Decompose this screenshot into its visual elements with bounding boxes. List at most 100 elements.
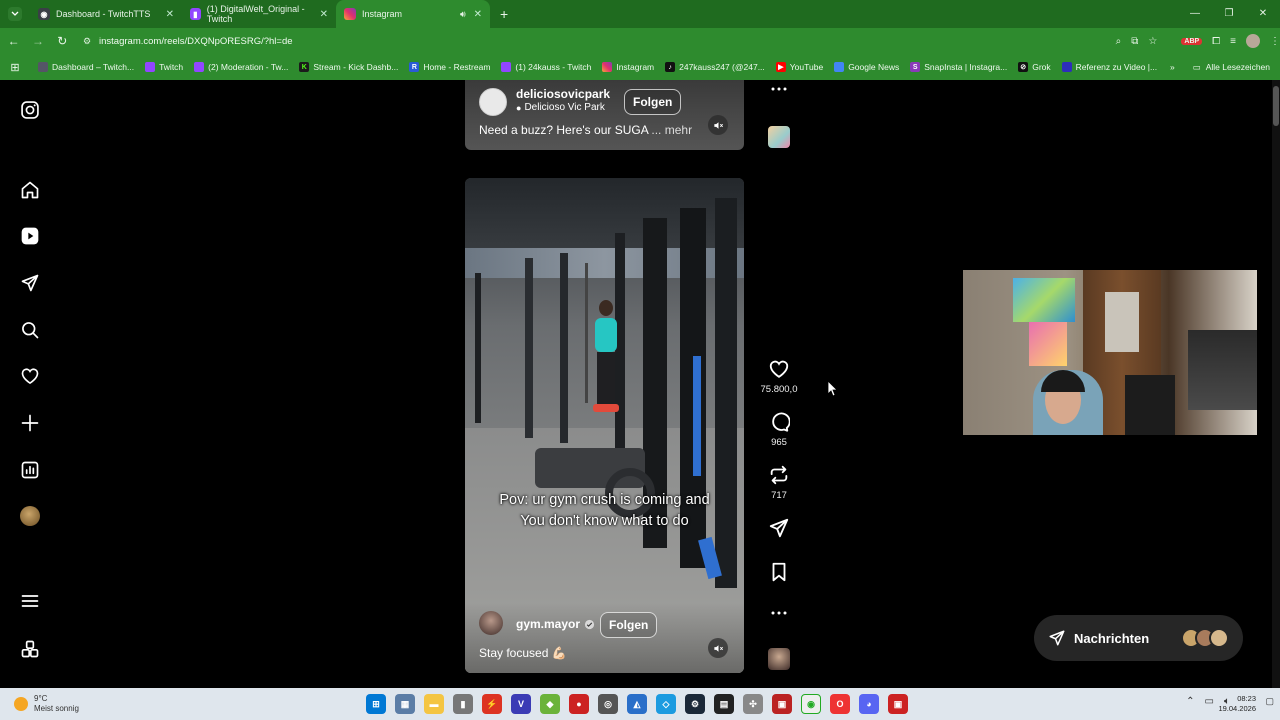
- bookmark-item[interactable]: ♪ 247kauss247 (@247...: [665, 62, 765, 72]
- home-icon[interactable]: [18, 178, 42, 202]
- tab-search-dropdown[interactable]: [8, 7, 22, 21]
- scrollbar-thumb[interactable]: [1273, 86, 1279, 126]
- media-control-icon[interactable]: ≡: [1230, 36, 1236, 47]
- bookmark-item[interactable]: Instagram: [602, 62, 654, 72]
- bookmark-item[interactable]: Google News: [834, 62, 899, 72]
- chrome-icon[interactable]: ◉: [801, 694, 821, 714]
- follow-button[interactable]: Folgen: [624, 89, 682, 115]
- bookmark-item[interactable]: S SnapInsta | Instagra...: [910, 62, 1007, 72]
- app-icon[interactable]: ▣: [772, 694, 792, 714]
- share-button[interactable]: [765, 517, 793, 539]
- profile-avatar[interactable]: [1246, 34, 1261, 48]
- bookmark-item[interactable]: (2) Moderation - Tw...: [194, 62, 288, 72]
- audio-thumbnail[interactable]: [768, 648, 790, 670]
- avatar[interactable]: [479, 611, 503, 635]
- reel-card-current[interactable]: Pov: ur gym crush is coming and You don'…: [465, 178, 744, 673]
- reel-username[interactable]: gym.mayor: [516, 617, 595, 631]
- reel-video[interactable]: [465, 178, 744, 673]
- file-explorer-icon[interactable]: ▬: [424, 694, 444, 714]
- page-scrollbar[interactable]: [1272, 80, 1280, 688]
- zoom-icon[interactable]: ⌕: [1116, 36, 1122, 47]
- create-plus-icon[interactable]: [18, 411, 42, 435]
- install-app-icon[interactable]: ⧉: [1131, 36, 1138, 47]
- opera-icon[interactable]: O: [830, 694, 850, 714]
- back-icon[interactable]: ←: [3, 34, 24, 48]
- more-options-top-button[interactable]: [765, 86, 793, 92]
- windows-start-icon[interactable]: ⊞: [366, 694, 386, 714]
- new-tab-button[interactable]: +: [500, 6, 508, 22]
- bookmark-item[interactable]: (1) 24kauss - Twitch: [501, 62, 591, 72]
- restore-icon[interactable]: ❐: [1212, 0, 1246, 28]
- notifications-heart-icon[interactable]: [18, 364, 42, 388]
- weather-widget[interactable]: 9°C Meist sonnig: [14, 694, 79, 714]
- steam-icon[interactable]: ⚙︎: [685, 694, 705, 714]
- save-button[interactable]: [765, 561, 793, 583]
- bookmark-item[interactable]: ⊘ Grok: [1018, 62, 1051, 72]
- adblock-extension-icon[interactable]: ABP: [1181, 37, 1203, 45]
- site-info-icon[interactable]: ⚙︎: [83, 36, 91, 47]
- notification-icon[interactable]: ▢: [1265, 696, 1274, 707]
- mouse-app-icon[interactable]: ▮: [453, 694, 473, 714]
- discord-icon[interactable]: ◕: [859, 694, 879, 714]
- bookmark-item[interactable]: K Stream - Kick Dashb...: [299, 62, 398, 72]
- more-options-button[interactable]: [765, 610, 793, 616]
- app-icon[interactable]: ◆: [540, 694, 560, 714]
- close-tab-icon[interactable]: ✕: [166, 9, 174, 20]
- url-field[interactable]: ⚙︎ instagram.com/reels/DXQNpORESRG/?hl=d…: [83, 31, 1110, 51]
- chevron-up-icon[interactable]: ⌃: [1186, 696, 1194, 707]
- app-icon[interactable]: ▣: [888, 694, 908, 714]
- obs-icon[interactable]: ◎: [598, 694, 618, 714]
- app-icon[interactable]: ⚡: [482, 694, 502, 714]
- reel-username[interactable]: deliciosovicpark: [516, 87, 610, 101]
- reels-icon[interactable]: [18, 224, 42, 248]
- bookmark-item[interactable]: R Home - Restream: [409, 62, 490, 72]
- network-icon[interactable]: ▭: [1205, 696, 1214, 707]
- bookmark-item[interactable]: ▶ YouTube: [775, 62, 823, 72]
- speaker-icon[interactable]: 🔊︎: [460, 9, 466, 20]
- avatar[interactable]: [479, 88, 507, 116]
- messages-icon[interactable]: [18, 271, 42, 295]
- reel-card-previous[interactable]: deliciosovicpark ● Delicioso Vic Park Fol…: [465, 80, 744, 150]
- apps-grid-icon[interactable]: ⊞: [0, 61, 30, 74]
- bookmark-item[interactable]: Referenz zu Video |...: [1061, 62, 1157, 72]
- all-bookmarks-button[interactable]: ▭ Alle Lesezeichen: [1193, 62, 1270, 73]
- menu-hamburger-icon[interactable]: [18, 589, 42, 613]
- tab-dashboard-twitchtts[interactable]: ◉ Dashboard - TwitchTTS ✕: [30, 0, 182, 28]
- search-icon[interactable]: [18, 318, 42, 342]
- more-bookmarks-button[interactable]: »: [1170, 62, 1175, 72]
- tab-digitalwelt-twitch[interactable]: ▮ (1) DigitalWelt_Original - Twitch ✕: [182, 0, 336, 28]
- bookmark-star-icon[interactable]: ☆: [1148, 36, 1157, 47]
- profile-avatar[interactable]: [18, 504, 42, 528]
- reload-icon[interactable]: ↻: [52, 34, 73, 48]
- bookmark-item[interactable]: Twitch: [145, 62, 183, 72]
- app-icon[interactable]: ◇: [656, 694, 676, 714]
- menu-dots-icon[interactable]: ⋮: [1270, 36, 1280, 47]
- apps-grid-icon[interactable]: [18, 637, 42, 661]
- instagram-logo-icon[interactable]: [18, 98, 42, 122]
- extensions-icon[interactable]: ⧠: [1212, 36, 1220, 47]
- audio-thumbnail[interactable]: [768, 126, 790, 148]
- close-window-icon[interactable]: ✕: [1246, 0, 1280, 28]
- mute-toggle[interactable]: [708, 115, 728, 135]
- dashboard-chart-icon[interactable]: [18, 458, 42, 482]
- calculator-icon[interactable]: ▦: [395, 694, 415, 714]
- like-button[interactable]: 75.800,0: [761, 358, 797, 395]
- bookmark-item[interactable]: Dashboard – Twitch...: [38, 62, 134, 72]
- mute-toggle[interactable]: [708, 638, 728, 658]
- more-link[interactable]: ... mehr: [651, 123, 692, 137]
- minimize-icon[interactable]: —: [1178, 0, 1212, 28]
- repost-button[interactable]: 717: [765, 464, 793, 501]
- close-tab-icon[interactable]: ✕: [474, 9, 482, 20]
- reel-location[interactable]: ● Delicioso Vic Park: [516, 102, 605, 113]
- close-tab-icon[interactable]: ✕: [320, 9, 328, 20]
- taskbar-clock[interactable]: 08:23 19.04.2026: [1218, 694, 1256, 714]
- app-icon[interactable]: ●: [569, 694, 589, 714]
- app-v-icon[interactable]: V: [511, 694, 531, 714]
- app-icon[interactable]: ▤: [714, 694, 734, 714]
- app-icon[interactable]: ✣: [743, 694, 763, 714]
- forward-icon[interactable]: →: [27, 34, 48, 48]
- follow-button[interactable]: Folgen: [600, 612, 658, 638]
- tab-instagram[interactable]: Instagram 🔊︎ ✕: [336, 0, 490, 28]
- comment-button[interactable]: 965: [765, 411, 793, 448]
- app-icon[interactable]: ◭: [627, 694, 647, 714]
